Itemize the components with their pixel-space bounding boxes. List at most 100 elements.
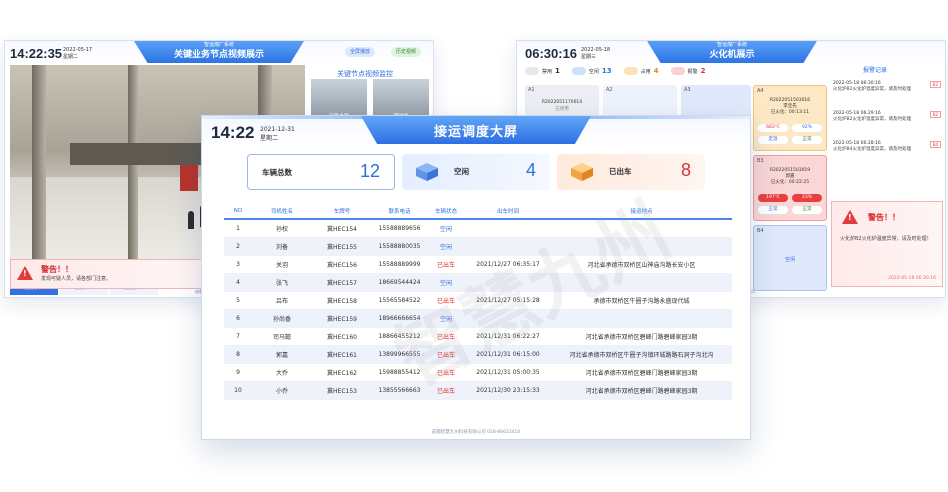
cell-status: 已出车 <box>436 262 455 269</box>
cell-time: 2021/12/31 05:00:35 <box>476 369 540 376</box>
cell-no: 1 <box>236 225 240 232</box>
dispatch-screen: 14:22 2021-12-31 星期二 接运调度大屏 车辆总数 12 空闲 4 <box>201 115 751 440</box>
stat-idle-vehicles: 空闲 4 <box>402 154 550 190</box>
cell-status: 空闲 <box>439 316 452 323</box>
cell-status: 已出车 <box>436 334 455 341</box>
cell-time: 2021/12/30 23:15:33 <box>476 387 540 394</box>
cell-phone: 18966666654 <box>378 315 421 322</box>
cell-no: 7 <box>236 333 240 340</box>
cell-driver: 小乔 <box>275 388 288 395</box>
dispatch-table: NO 司机姓名 车牌号 联系电话 车辆状态 出车时间 接运地点 1 孙权 冀HEC1… <box>224 204 732 400</box>
cell-driver: 孙权 <box>275 226 288 233</box>
alarm-alert-box: 警告！！ 火化炉B2火化炉温度异常，请及时处理！ 2022-05-18 06:3… <box>831 201 943 287</box>
cell-phone: 18669544424 <box>378 279 421 286</box>
cell-no: 4 <box>236 279 240 286</box>
idle-car-icon <box>416 163 438 181</box>
cell-time: 2021/12/31 06:15:00 <box>476 351 540 358</box>
cell-phone: 15988855412 <box>378 369 421 376</box>
cell-phone: 15588880035 <box>378 243 421 250</box>
cell-driver: 刘备 <box>275 244 288 251</box>
cell-phone: 15588889656 <box>378 225 421 232</box>
clock: 14:22 <box>211 123 255 142</box>
thumbnails-title: 关键节点视频监控 <box>337 70 393 78</box>
cell-no: 9 <box>236 369 240 376</box>
cell-driver: 张飞 <box>275 280 288 287</box>
table-row[interactable]: 3 关羽 冀HEC156 15588889999 已出车 2021/12/27 06:35… <box>224 256 732 274</box>
cell-time: 2021/12/31 06:22:27 <box>476 333 540 340</box>
table-row[interactable]: 1 孙权 冀HEC154 15588889656 空闲 <box>224 220 732 238</box>
cell-status: 已出车 <box>436 370 455 377</box>
dispatched-car-icon <box>571 163 593 181</box>
table-row[interactable]: 7 司马懿 冀HEC160 18866455212 已出车 2021/12/31 06:2… <box>224 328 732 346</box>
legend-occupied: 占用 4 <box>623 67 659 75</box>
cell-no: 10 <box>234 387 242 394</box>
cell-plate: 冀HEC156 <box>327 262 357 269</box>
cell-place: 河北省承德市双桥区碧峰门路碧峰家园3期 <box>585 334 698 341</box>
legend-alarm: 报警 2 <box>670 67 705 75</box>
table-row[interactable]: 9 大乔 冀HEC162 15988855412 已出车 2021/12/31 05:00… <box>224 364 732 382</box>
cell-driver: 大乔 <box>275 370 288 377</box>
cell-driver: 郭嘉 <box>275 352 288 359</box>
table-row[interactable]: 4 张飞 冀HEC157 18669544424 空闲 <box>224 274 732 292</box>
table-body: 1 孙权 冀HEC154 15588889656 空闲 2 刘备 冀HEC155 1558888… <box>224 220 732 400</box>
legend-disabled: 禁用 1 <box>525 67 560 75</box>
table-row[interactable]: 2 刘备 冀HEC155 15588880035 空闲 <box>224 238 732 256</box>
clock: 14:22:35 <box>10 46 63 61</box>
cell-no: 3 <box>236 261 240 268</box>
table-row[interactable]: 5 吕布 冀HEC158 15565584522 已出车 2021/12/27 05:15… <box>224 292 732 310</box>
cell-phone: 13855566663 <box>378 387 421 394</box>
cell-phone: 15565584522 <box>378 297 421 304</box>
cell-status: 已出车 <box>436 352 455 359</box>
cell-plate: 冀HEC154 <box>327 226 357 233</box>
alarm-record[interactable]: 2022-05-18 06:29:16 火化炉B2火化炉温度异常，请及时处理 B… <box>833 111 941 123</box>
cell-status: 已出车 <box>436 388 455 395</box>
cell-no: 5 <box>236 297 240 304</box>
cell-place: 河北省承德市双桥区碧峰门路碧峰家园3期 <box>585 388 698 395</box>
alert-box: 警告！！ 发现可疑人员，请各部门注意。 <box>10 259 210 289</box>
cell-plate: 冀HEC160 <box>327 334 357 341</box>
stat-total-value: 12 <box>359 161 380 181</box>
cell-plate: 冀HEC162 <box>327 370 357 377</box>
fullscreen-button[interactable]: 全屏播放 <box>345 47 376 57</box>
furnace-a4[interactable]: A4 R2022051503016 李宝先 已火化：00:13:11 683℃ … <box>753 85 827 151</box>
status-legend: 禁用 1 空闲 13 占用 4 报警 2 <box>525 67 705 75</box>
screen-title: 智运煤厂系统 关键业务节点视频展示 <box>134 41 304 63</box>
alarm-record[interactable]: 2022-05-18 06:28:16 火化炉B4火化炉温度异常，请及时处理 B… <box>833 141 941 153</box>
cell-plate: 冀HEC155 <box>327 244 357 251</box>
title-tab: 接运调度大屏 <box>361 116 591 144</box>
cell-place: 河北省承德市双桥区碧峰门路碧峰家园3期 <box>585 370 698 377</box>
cell-status: 空闲 <box>439 244 452 251</box>
cell-place: 河北省承德市双桥区牛圈子沟镇环城路路石洞子沟北沟 <box>569 352 714 359</box>
date: 2021-12-31 星期二 <box>260 126 295 142</box>
warning-icon <box>842 210 858 224</box>
date: 2022-05-17 星期二 <box>63 47 93 60</box>
history-video-button[interactable]: 历史视频 <box>391 47 422 57</box>
clock: 06:30:16 <box>525 46 578 61</box>
cell-phone: 15588889999 <box>378 261 421 268</box>
cell-place: 承德市双桥区牛圈子沟路永盛现代城 <box>593 298 690 305</box>
showcase-canvas: 14:22:35 2022-05-17 星期二 智运煤厂系统 关键业务节点视频展… <box>0 0 948 492</box>
cell-driver: 关羽 <box>275 262 288 269</box>
furnace-b4[interactable]: B4 空闲 <box>753 225 827 291</box>
table-row[interactable]: 6 孙尚香 冀HEC159 18966666654 空闲 <box>224 310 732 328</box>
alarm-record[interactable]: 2022-05-18 06:30:16 火化炉B2火化炉温度异常，请及时处理 B… <box>833 81 941 93</box>
table-row[interactable]: 8 郭嘉 冀HEC161 13899966555 已出车 2021/12/31 06:15… <box>224 346 732 364</box>
cell-plate: 冀HEC161 <box>327 352 357 359</box>
date: 2022-05-18 星期三 <box>581 47 611 60</box>
cell-plate: 冀HEC157 <box>327 280 357 287</box>
furnace-b3[interactable]: B3 R2022051503019 郭嘉 已火化：00:22:25 197℃ 2… <box>753 155 827 221</box>
cell-no: 8 <box>236 351 240 358</box>
cell-time: 2021/12/27 06:35:17 <box>476 261 540 268</box>
stat-dispatched-value: 8 <box>680 160 691 180</box>
alarm-records-title: 报警记录 <box>863 67 888 74</box>
cell-place: 河北省承德市双桥区山神庙沟路长安小区 <box>587 262 696 269</box>
table-row[interactable]: 10 小乔 冀HEC153 13855566663 已出车 2021/12/30 23:1… <box>224 382 732 400</box>
cell-plate: 冀HEC158 <box>327 298 357 305</box>
cell-driver: 吕布 <box>275 298 288 305</box>
cell-plate: 冀HEC153 <box>327 388 357 395</box>
table-header: NO 司机姓名 车牌号 联系电话 车辆状态 出车时间 接运地点 <box>224 204 732 220</box>
cell-status: 已出车 <box>436 298 455 305</box>
stat-dispatched-vehicles: 已出车 8 <box>557 154 705 190</box>
footer: 成都智慧九州科技有限公司 028-86622410 <box>431 430 521 435</box>
page-title: 接运调度大屏 <box>433 125 518 140</box>
